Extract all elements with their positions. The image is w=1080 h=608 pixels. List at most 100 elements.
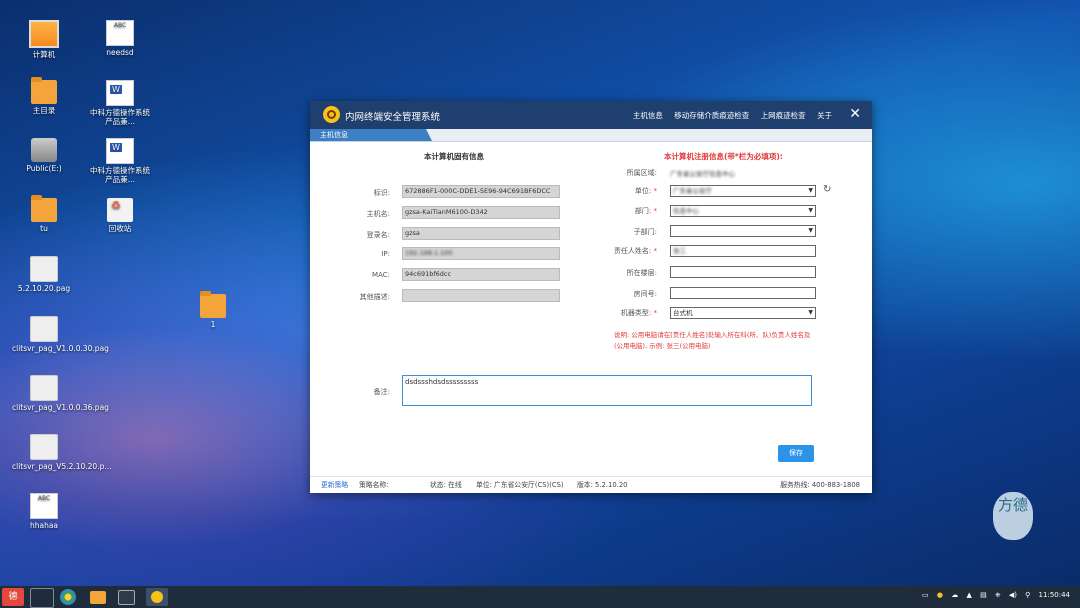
area-value-text: 广东省公安厅信息中心 — [670, 170, 735, 178]
app-logo-icon — [323, 106, 340, 123]
package-file-icon — [30, 375, 58, 401]
remark-label: 备注: — [373, 388, 390, 396]
text-file-icon: ABC — [30, 493, 58, 519]
desktop-icon-pag-v52[interactable]: clitsvr_pag_V5.2.10.20.p... — [12, 434, 112, 471]
desktop-icon-home[interactable]: 主目录 — [12, 77, 76, 115]
refresh-icon[interactable]: ↻ — [823, 184, 831, 195]
hostname-label: 主机名: — [366, 210, 390, 218]
tab-host-info[interactable]: 主机信息 — [310, 129, 432, 141]
close-icon[interactable]: ✕ — [849, 106, 861, 122]
folder-icon — [31, 195, 57, 222]
machine-type-select[interactable]: 台式机 — [670, 307, 816, 319]
dept-select[interactable]: 信息中心 — [670, 205, 816, 217]
package-file-icon — [30, 256, 58, 282]
desktop-icon-hhahaa[interactable]: ABC hhahaa — [12, 493, 76, 530]
save-button[interactable]: 保存 — [778, 445, 814, 462]
desktop-icon-label: needsd — [106, 48, 134, 57]
browser-icon[interactable] — [60, 589, 76, 605]
subdept-label: 子部门: — [633, 228, 657, 236]
desktop-icon-label: Public(E:) — [26, 164, 62, 173]
required-marker: * — [653, 187, 658, 195]
machine-type-label: 机器类型: * — [587, 308, 657, 318]
dept-label-text: 部门: — [634, 207, 652, 215]
desktop-icon-label: 计算机 — [32, 50, 56, 59]
left-section-title: 本计算机固有信息 — [424, 152, 484, 161]
word-document-icon — [106, 138, 134, 164]
title-bar[interactable]: 内网终端安全管理系统 主机信息 移动存储介质痕迹检查 上网痕迹检查 关于 ✕ — [310, 101, 872, 129]
desktop-icon-recycle-bin[interactable]: 回收站 — [88, 198, 152, 233]
tab-strip: 主机信息 — [310, 129, 872, 142]
desktop-icon-pag-v1030[interactable]: clitsvr_pag_V1.0.0.30.pag — [12, 316, 109, 353]
display-icon[interactable]: ▭ — [922, 591, 929, 599]
desktop-icon-label: 主目录 — [32, 106, 56, 115]
mac-label: MAC: — [372, 271, 390, 279]
desktop-icon-pag-5[interactable]: 5.2.10.20.pag — [12, 256, 76, 293]
system-tray: ▭ ● ☁ ▲ ▤ ⎈ ◀) ⚲ 11:50:44 — [916, 591, 1070, 600]
desktop-icon-tu[interactable]: tu — [12, 195, 76, 233]
file-manager-icon[interactable] — [90, 591, 106, 604]
network-icon[interactable]: ⚲ — [1025, 591, 1030, 599]
desktop-icon-word-doc-2[interactable]: 中科方德操作系统产品兼... — [88, 138, 152, 184]
word-document-icon — [106, 80, 134, 106]
ip-value: 192.168.1.100 — [405, 249, 453, 257]
folder-icon — [200, 291, 226, 318]
desktop-icon-needsd[interactable]: ABC needsd — [88, 20, 152, 57]
dept-value: 信息中心 — [673, 207, 699, 215]
unit-value: 广东省公安厅 — [673, 187, 712, 195]
clock[interactable]: 11:50:44 — [1039, 591, 1070, 599]
unit-select[interactable]: 广东省公安厅 — [670, 185, 816, 197]
hostname-field: gzsa-KaiTianM6100-D342 — [402, 206, 560, 219]
required-marker: * — [653, 247, 658, 255]
expand-tray-icon[interactable]: ▲ — [966, 591, 971, 599]
floor-input[interactable] — [670, 266, 816, 278]
volume-icon[interactable]: ◀) — [1009, 591, 1017, 599]
remark-textarea[interactable]: dsdssshdsdsssssssss — [402, 375, 812, 406]
desktop-icon-public-drive[interactable]: Public(E:) — [12, 138, 76, 173]
mac-field: 94c691bf6dcc — [402, 268, 560, 281]
policy-name-label: 策略名称: — [359, 481, 389, 489]
terminal-icon[interactable] — [118, 590, 135, 605]
text-file-icon: ABC — [106, 20, 134, 46]
room-input[interactable] — [670, 287, 816, 299]
owner-label: 责任人姓名: * — [587, 246, 657, 256]
cloud-icon[interactable]: ☁ — [951, 591, 958, 599]
desktop-icon-folder-1[interactable]: 1 — [181, 291, 245, 329]
menu-about[interactable]: 关于 — [817, 111, 832, 120]
login-label: 登录名: — [366, 231, 390, 239]
dept-label: 部门: * — [587, 206, 657, 216]
taskbar: 德 ▭ ● ☁ ▲ ▤ ⎈ ◀) ⚲ 11:50:44 — [0, 586, 1080, 608]
ip-label: IP: — [381, 250, 390, 258]
desktop-icon-computer[interactable]: 计算机 — [12, 20, 76, 59]
start-menu-button[interactable]: 德 — [2, 588, 24, 606]
app-window: 内网终端安全管理系统 主机信息 移动存储介质痕迹检查 上网痕迹检查 关于 ✕ 主… — [310, 101, 872, 493]
unit-label-text: 单位: — [634, 187, 652, 195]
area-label: 所属区域: — [626, 169, 657, 177]
drive-icon — [31, 138, 57, 162]
other-desc-label: 其他描述: — [359, 293, 390, 301]
desktop-icon-pag-v1036[interactable]: clitsvr_pag_V1.0.0.36.pag — [12, 375, 109, 412]
id-label: 标识: — [373, 189, 390, 197]
desktop-icon-label: clitsvr_pag_V1.0.0.36.pag — [12, 403, 109, 412]
desktop-icon-word-doc-1[interactable]: 中科方德操作系统产品兼... — [88, 80, 152, 126]
notification-icon[interactable]: ▤ — [980, 591, 987, 599]
menu-usb-trace-check[interactable]: 移动存储介质痕迹检查 — [674, 111, 749, 120]
update-policy-link[interactable]: 更新策略 — [321, 477, 348, 493]
unit-label: 单位: * — [587, 186, 657, 196]
desktop-icon-label: tu — [40, 224, 48, 233]
subdept-select[interactable] — [670, 225, 816, 237]
computer-icon — [29, 20, 59, 48]
menu-host-info[interactable]: 主机信息 — [633, 111, 663, 120]
show-desktop-icon[interactable] — [30, 588, 54, 608]
usb-icon[interactable]: ⎈ — [995, 591, 1001, 599]
unit-status: 单位: 广东省公安厅(CS)(CS) — [476, 481, 564, 489]
room-label: 房间号: — [633, 290, 657, 298]
menu-web-trace-check[interactable]: 上网痕迹检查 — [761, 111, 806, 120]
desktop-icon-label: 5.2.10.20.pag — [17, 284, 71, 293]
owner-input[interactable]: 张三 — [670, 245, 816, 257]
owner-label-text: 责任人姓名: — [613, 247, 652, 255]
desktop-icon-label: clitsvr_pag_V1.0.0.30.pag — [12, 344, 109, 353]
version-status: 版本: 5.2.10.20 — [577, 481, 628, 489]
security-tray-icon[interactable]: ● — [937, 591, 943, 599]
machine-type-label-text: 机器类型: — [620, 309, 652, 317]
security-app-taskbar-icon[interactable] — [146, 588, 168, 606]
